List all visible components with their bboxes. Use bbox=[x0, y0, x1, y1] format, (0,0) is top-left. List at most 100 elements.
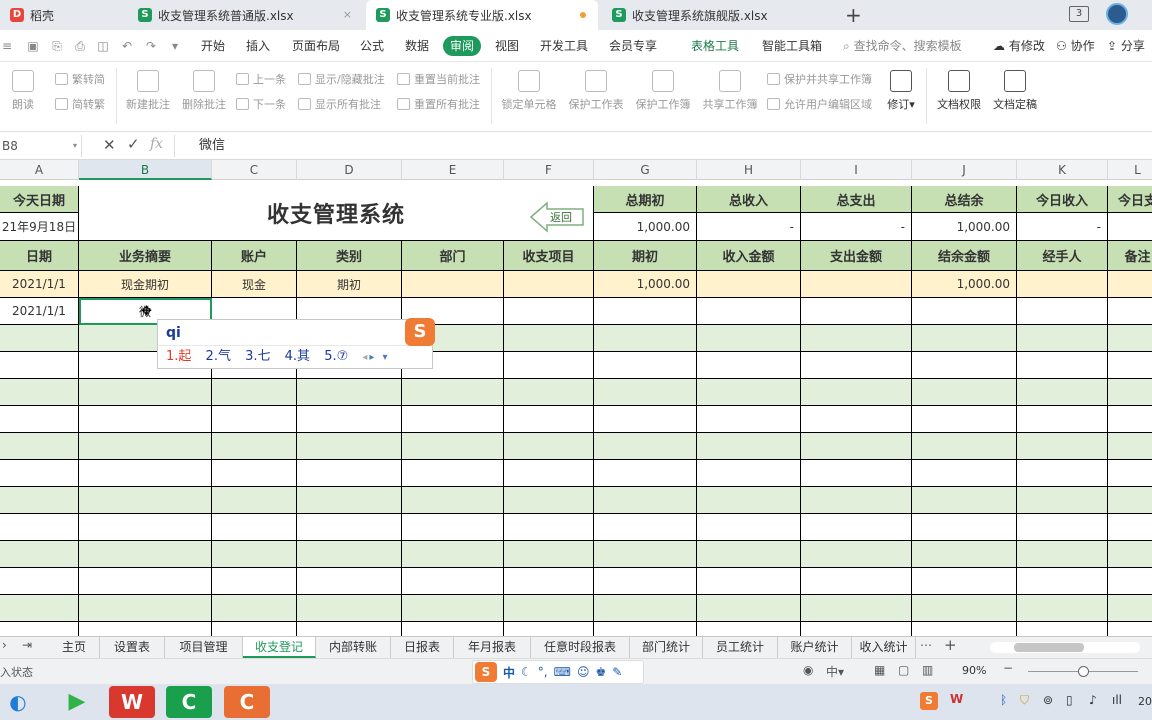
ime-expand-icon[interactable]: ▾ bbox=[382, 352, 387, 363]
table-row-cell[interactable] bbox=[912, 460, 1017, 487]
table-row-cell[interactable] bbox=[212, 487, 297, 514]
column-header-k[interactable]: K bbox=[1017, 160, 1108, 180]
wrench-icon[interactable]: ✎ bbox=[612, 665, 622, 679]
table-row-cell[interactable] bbox=[212, 595, 297, 622]
table-row-cell[interactable] bbox=[402, 271, 504, 298]
table-row-cell[interactable] bbox=[912, 298, 1017, 325]
table-row-cell[interactable] bbox=[297, 379, 402, 406]
table-row-cell[interactable] bbox=[697, 271, 801, 298]
simp-to-trad-button[interactable]: 简转繁 bbox=[55, 96, 105, 112]
table-row-cell[interactable] bbox=[0, 379, 79, 406]
ime-candidate-4[interactable]: 4.其 bbox=[285, 349, 310, 364]
table-row-cell[interactable] bbox=[594, 487, 697, 514]
menu-item-table-tools[interactable]: 表格工具 bbox=[691, 36, 739, 56]
column-header-j[interactable]: J bbox=[912, 160, 1017, 180]
camtasia-orange-icon[interactable]: C bbox=[224, 686, 270, 718]
table-row-cell[interactable] bbox=[504, 433, 594, 460]
table-row-cell[interactable]: 现金期初 bbox=[79, 271, 212, 298]
menu-item-home[interactable]: 开始 bbox=[201, 36, 225, 56]
table-row-cell[interactable] bbox=[697, 352, 801, 379]
column-header-g[interactable]: G bbox=[594, 160, 697, 180]
table-row-cell[interactable] bbox=[297, 595, 402, 622]
protect-share-button[interactable]: 保护并共享工作簿 bbox=[767, 71, 872, 87]
table-row-cell[interactable] bbox=[1017, 514, 1108, 541]
table-row-cell[interactable] bbox=[402, 406, 504, 433]
table-row-cell[interactable] bbox=[79, 379, 212, 406]
table-row-cell[interactable] bbox=[594, 325, 697, 352]
table-row-cell[interactable] bbox=[1108, 460, 1152, 487]
table-row-cell[interactable] bbox=[297, 433, 402, 460]
sheet-tab-daily-report[interactable]: 日报表 bbox=[391, 637, 454, 658]
table-row-cell[interactable] bbox=[1017, 568, 1108, 595]
sheet-tab-projects[interactable]: 项目管理 bbox=[165, 637, 243, 658]
toggle-comments-button[interactable]: 显示/隐藏批注 bbox=[298, 71, 385, 87]
print-preview-icon[interactable]: ◫ bbox=[96, 39, 110, 53]
reset-all-comments-button[interactable]: 重置所有批注 bbox=[397, 96, 480, 112]
table-header-cell[interactable]: 账户 bbox=[212, 241, 297, 271]
tab-file-pro[interactable]: S 收支管理系统专业版.xlsx bbox=[366, 0, 598, 30]
collab-button[interactable]: ⚇ 协作 bbox=[1056, 36, 1095, 56]
confirm-icon[interactable]: ✓ bbox=[127, 135, 140, 153]
table-row-cell[interactable] bbox=[697, 568, 801, 595]
table-row-cell[interactable] bbox=[594, 433, 697, 460]
table-row-cell[interactable]: 1,000.00 bbox=[594, 271, 697, 298]
volume-icon[interactable]: ♪ bbox=[1089, 693, 1097, 707]
horizontal-scrollbar[interactable] bbox=[990, 642, 1140, 653]
table-header-cell[interactable]: 结余金额 bbox=[912, 241, 1017, 271]
table-row-cell[interactable] bbox=[504, 541, 594, 568]
table-row-cell[interactable] bbox=[504, 352, 594, 379]
table-row-cell[interactable] bbox=[912, 568, 1017, 595]
table-row-cell[interactable] bbox=[0, 568, 79, 595]
next-comment-button[interactable]: 下一条 bbox=[236, 96, 286, 112]
table-row-cell[interactable] bbox=[79, 541, 212, 568]
formula-input[interactable]: 微信 bbox=[174, 135, 1152, 157]
table-row-cell[interactable] bbox=[1017, 325, 1108, 352]
column-header-c[interactable]: C bbox=[212, 160, 297, 180]
ime-toolbar[interactable]: S 中 ☾ °, ⌨ ☺ ♚ ✎ bbox=[472, 660, 644, 684]
share-button[interactable]: ⇪ 分享 bbox=[1107, 36, 1145, 56]
table-row-cell[interactable] bbox=[504, 595, 594, 622]
table-row-cell[interactable] bbox=[504, 568, 594, 595]
tab-home[interactable]: D 稻壳 bbox=[0, 0, 125, 30]
shield-icon[interactable]: ⛉ bbox=[1020, 693, 1029, 708]
column-header-d[interactable]: D bbox=[297, 160, 402, 180]
table-row-cell[interactable] bbox=[297, 460, 402, 487]
signal-icon[interactable]: ıll bbox=[1112, 693, 1122, 707]
delete-comment-button[interactable]: 删除批注 bbox=[180, 70, 228, 112]
table-row-cell[interactable] bbox=[1017, 595, 1108, 622]
battery-icon[interactable]: ▯ bbox=[1066, 693, 1073, 707]
menu-item-insert[interactable]: 插入 bbox=[246, 36, 270, 56]
table-row-cell[interactable] bbox=[801, 595, 912, 622]
table-row-cell[interactable] bbox=[504, 406, 594, 433]
table-row-cell[interactable] bbox=[1017, 433, 1108, 460]
table-row-cell[interactable] bbox=[594, 379, 697, 406]
redo-icon[interactable]: ↷ bbox=[144, 39, 158, 53]
column-header-f[interactable]: F bbox=[504, 160, 594, 180]
table-row-cell[interactable] bbox=[1017, 406, 1108, 433]
table-row-cell[interactable] bbox=[697, 595, 801, 622]
table-row-cell[interactable] bbox=[79, 433, 212, 460]
table-row-cell[interactable] bbox=[697, 406, 801, 433]
table-row-cell[interactable] bbox=[1017, 379, 1108, 406]
table-row-cell[interactable] bbox=[0, 487, 79, 514]
keyboard-icon[interactable]: ⌨ bbox=[554, 665, 571, 679]
table-row-cell[interactable] bbox=[504, 325, 594, 352]
table-header-cell[interactable]: 期初 bbox=[594, 241, 697, 271]
protect-sheet-button[interactable]: 保护工作表 bbox=[566, 70, 626, 112]
column-header-e[interactable]: E bbox=[402, 160, 504, 180]
table-row-cell[interactable] bbox=[1108, 568, 1152, 595]
table-row-cell[interactable] bbox=[504, 298, 594, 325]
zoom-level[interactable]: 90% bbox=[962, 664, 986, 677]
punctuation-icon[interactable]: °, bbox=[538, 665, 548, 679]
menu-item-developer[interactable]: 开发工具 bbox=[540, 36, 588, 56]
zoom-slider-track[interactable] bbox=[1028, 666, 1138, 677]
table-row-cell[interactable] bbox=[801, 568, 912, 595]
table-row-cell[interactable] bbox=[912, 514, 1017, 541]
command-search[interactable]: ⌕ 查找命令、搜索模板 bbox=[843, 36, 962, 56]
user-icon[interactable]: ☺ bbox=[577, 665, 590, 679]
table-row-cell[interactable] bbox=[212, 379, 297, 406]
doc-finalize-button[interactable]: 文档定稿 bbox=[990, 70, 1040, 112]
sheet-tab-dept-stats[interactable]: 部门统计 bbox=[630, 637, 703, 658]
table-header-cell[interactable]: 收入金额 bbox=[697, 241, 801, 271]
ime-candidate-3[interactable]: 3.七 bbox=[245, 349, 270, 364]
